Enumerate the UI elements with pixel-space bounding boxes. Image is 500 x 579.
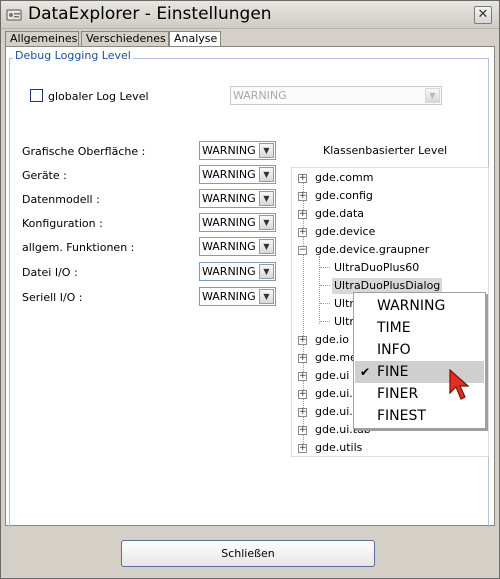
select-datenmodell[interactable]: WARNING ▼ (199, 189, 276, 208)
expand-icon[interactable]: + (298, 174, 307, 183)
label-grafische-oberflaeche: Grafische Oberfläche : (22, 145, 146, 158)
chevron-down-icon: ▼ (259, 191, 274, 206)
expand-icon[interactable]: + (298, 372, 307, 381)
menu-item-warning[interactable]: WARNING (355, 295, 484, 317)
title-bar[interactable]: DataExplorer - Einstellungen ✕ (1, 1, 499, 29)
select-konfiguration[interactable]: WARNING ▼ (199, 213, 276, 232)
chevron-down-icon: ▼ (259, 215, 274, 230)
label-datei-io: Datei I/O : (22, 266, 78, 279)
select-value: WARNING (202, 192, 256, 205)
label-konfiguration: Konfiguration : (22, 217, 103, 230)
select-value: WARNING (202, 265, 256, 278)
settings-window: DataExplorer - Einstellungen ✕ Allgemein… (0, 0, 500, 579)
select-grafische-oberflaeche[interactable]: WARNING ▼ (199, 141, 276, 160)
tree-leaf[interactable]: Ultr (334, 296, 354, 312)
log-level-context-menu: WARNING TIME INFO ✔ FINE FINER FINEST (353, 292, 486, 429)
global-log-level-checkbox[interactable] (30, 89, 43, 102)
chevron-down-icon: ▼ (259, 143, 274, 158)
close-icon: ✕ (477, 7, 489, 22)
expand-icon[interactable]: + (298, 390, 307, 399)
menu-item-finest[interactable]: FINEST (355, 405, 484, 427)
expand-icon[interactable]: + (298, 408, 307, 417)
group-title: Debug Logging Level (13, 49, 133, 62)
label-allgem-funktionen: allgem. Funktionen : (22, 241, 135, 254)
chevron-down-icon: ▼ (259, 167, 274, 182)
checkmark-icon: ✔ (360, 365, 371, 379)
global-log-level-select[interactable]: WARNING ▼ (230, 86, 442, 105)
expand-icon[interactable]: + (298, 192, 307, 201)
select-value: WARNING (202, 144, 256, 157)
chevron-down-icon: ▼ (259, 289, 274, 304)
app-icon (6, 9, 22, 21)
expand-icon[interactable]: + (298, 354, 307, 363)
label-seriell-io: Seriell I/O : (22, 291, 83, 304)
select-geraete[interactable]: WARNING ▼ (199, 165, 276, 184)
chevron-down-icon: ▼ (259, 239, 274, 254)
expand-icon[interactable]: + (298, 336, 307, 345)
expand-icon[interactable]: + (298, 426, 307, 435)
menu-item-info[interactable]: INFO (355, 339, 484, 361)
tree-header: Klassenbasierter Level (323, 144, 448, 157)
select-value: WARNING (202, 168, 256, 181)
select-value: WARNING (202, 290, 256, 303)
menu-item-label: FINE (377, 364, 409, 380)
label-geraete: Geräte : (22, 169, 67, 182)
label-datenmodell: Datenmodell : (22, 193, 100, 206)
select-value: WARNING (202, 216, 256, 229)
schliessen-button[interactable]: Schließen (121, 540, 375, 567)
expand-icon[interactable]: + (298, 210, 307, 219)
chevron-down-icon: ▼ (259, 264, 274, 279)
menu-item-time[interactable]: TIME (355, 317, 484, 339)
select-value: WARNING (202, 240, 256, 253)
global-log-level-label: globaler Log Level (48, 90, 149, 103)
tree-leaf[interactable]: UltraDuoPlus60 (334, 260, 419, 276)
select-allgem-funktionen[interactable]: WARNING ▼ (199, 237, 276, 256)
expand-icon[interactable]: + (298, 444, 307, 453)
select-datei-io[interactable]: WARNING ▼ (199, 262, 276, 281)
window-title: DataExplorer - Einstellungen (28, 4, 272, 24)
tab-verschiedenes[interactable]: Verschiedenes (81, 31, 169, 47)
close-window-button[interactable]: ✕ (474, 6, 492, 24)
tab-allgemeines[interactable]: Allgemeines (5, 31, 79, 47)
collapse-icon[interactable]: − (298, 246, 307, 255)
mouse-cursor-icon (449, 369, 470, 400)
select-seriell-io[interactable]: WARNING ▼ (199, 287, 276, 306)
global-log-level-value: WARNING (233, 89, 287, 102)
expand-icon[interactable]: + (298, 228, 307, 237)
chevron-down-icon: ▼ (425, 88, 440, 103)
tree-leaf[interactable]: Ultr (334, 314, 354, 330)
